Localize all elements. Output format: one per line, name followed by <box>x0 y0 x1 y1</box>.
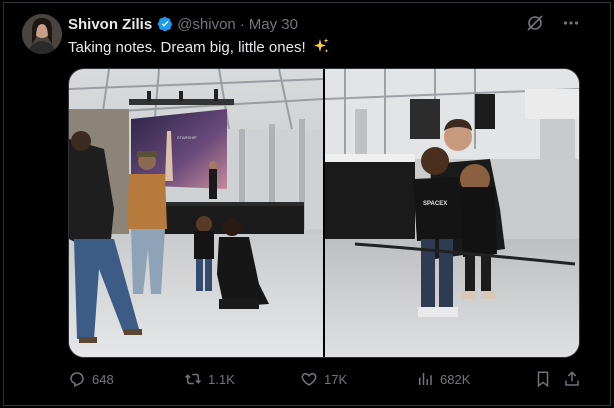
reply-button[interactable]: 648 <box>68 370 114 388</box>
post-text-block: Taking notes. Dream big, little ones! <box>68 37 330 58</box>
sparkles-icon <box>313 38 329 53</box>
photo-hug[interactable]: SPACEX <box>325 69 579 357</box>
bookmark-icon <box>537 371 549 388</box>
post-date[interactable]: May 30 <box>249 16 298 33</box>
grok-icon[interactable] <box>526 14 544 32</box>
heart-icon <box>301 372 317 386</box>
share-icon <box>565 371 579 386</box>
views-chart-icon <box>419 373 432 385</box>
author-avatar[interactable] <box>22 14 62 54</box>
like-count: 17K <box>324 371 348 387</box>
photo-stage-event[interactable]: STARSHIP <box>69 69 323 357</box>
media-grid: STARSHIP SPACEX <box>68 68 580 358</box>
repost-icon <box>184 373 202 385</box>
repost-button[interactable]: 1.1K <box>184 370 235 388</box>
author-handle[interactable]: @shivon <box>177 16 236 33</box>
svg-text:STARSHIP: STARSHIP <box>177 135 197 140</box>
share-button[interactable] <box>563 370 581 388</box>
separator-dot: · <box>239 15 245 33</box>
post-text: Taking notes. Dream big, little ones! <box>68 39 306 56</box>
more-icon[interactable] <box>562 14 580 32</box>
repost-count: 1.1K <box>208 371 235 387</box>
reply-icon <box>70 372 84 387</box>
reply-count: 648 <box>92 371 114 387</box>
author-name[interactable]: Shivon Zilis <box>68 16 152 33</box>
bookmark-button[interactable] <box>534 370 552 388</box>
svg-text:SPACEX: SPACEX <box>423 201 447 207</box>
verified-badge-icon <box>157 16 173 32</box>
views-button[interactable]: 682K <box>416 370 470 388</box>
views-count: 682K <box>440 371 471 387</box>
like-button[interactable]: 17K <box>300 370 347 388</box>
action-bar: 648 1.1K 17K 682K <box>68 368 580 390</box>
